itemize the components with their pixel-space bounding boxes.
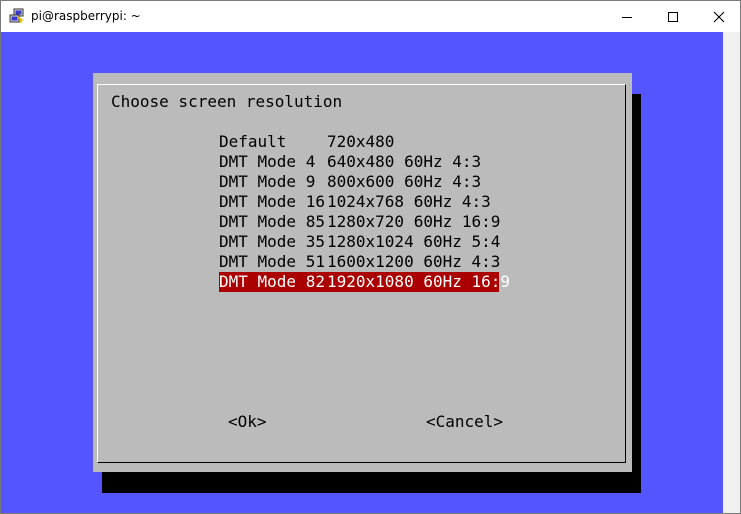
menu-item-mode: DMT Mode 16 — [219, 192, 325, 211]
maximize-button[interactable] — [650, 1, 696, 32]
maximize-icon — [667, 11, 679, 23]
terminal-window: pi@raspberrypi: ~ Choose screen resoluti… — [0, 0, 741, 514]
window-title: pi@raspberrypi: ~ — [31, 9, 141, 23]
vertical-scrollbar[interactable] — [723, 32, 740, 513]
menu-item-mode: Default — [219, 132, 287, 151]
menu-item-dmt-9[interactable]: DMT Mode 9 800x600 60Hz 4:3 — [219, 172, 499, 192]
close-button[interactable] — [696, 1, 741, 32]
minimize-button[interactable] — [604, 1, 650, 32]
menu-item-mode: DMT Mode 35 — [219, 232, 325, 251]
dialog-title: Choose screen resolution — [111, 92, 343, 111]
menu-item-mode: DMT Mode 9 — [219, 172, 316, 191]
menu-item-mode: DMT Mode 51 — [219, 252, 325, 271]
menu-item-resolution: 1920x1080 60Hz 16:9 — [327, 272, 511, 291]
menu-item-dmt-16[interactable]: DMT Mode 16 1024x768 60Hz 4:3 — [219, 192, 499, 212]
menu-item-dmt-85[interactable]: DMT Mode 85 1280x720 60Hz 16:9 — [219, 212, 501, 232]
resolution-dialog: Choose screen resolution Default 720x480… — [93, 73, 632, 472]
menu-item-dmt-4[interactable]: DMT Mode 4 640x480 60Hz 4:3 — [219, 152, 499, 172]
minimize-icon — [621, 11, 633, 23]
menu-item-mode: DMT Mode 85 — [219, 212, 325, 231]
menu-item-mode: DMT Mode 82 — [219, 272, 325, 291]
menu-item-dmt-82-selected[interactable]: DMT Mode 82 1920x1080 60Hz 16:9 — [219, 272, 510, 292]
menu-item-resolution: 720x480 — [327, 132, 395, 151]
title-bar[interactable]: pi@raspberrypi: ~ — [1, 1, 740, 32]
cancel-button[interactable]: <Cancel> — [426, 412, 503, 432]
menu-item-resolution: 1024x768 60Hz 4:3 — [327, 192, 491, 211]
ok-button[interactable]: <Ok> — [228, 412, 267, 432]
menu-item-dmt-51[interactable]: DMT Mode 51 1600x1200 60Hz 4:3 — [219, 252, 501, 272]
menu-item-dmt-35[interactable]: DMT Mode 35 1280x1024 60Hz 5:4 — [219, 232, 501, 252]
menu-item-mode: DMT Mode 4 — [219, 152, 316, 171]
resolution-menu: Default 720x480 DMT Mode 4 640x480 60Hz … — [219, 132, 510, 292]
terminal-area[interactable]: Choose screen resolution Default 720x480… — [1, 32, 740, 513]
menu-item-default[interactable]: Default 720x480 — [219, 132, 499, 152]
putty-icon[interactable] — [9, 8, 25, 24]
menu-item-resolution: 1280x720 60Hz 16:9 — [327, 212, 501, 231]
close-icon — [713, 11, 725, 23]
menu-item-resolution: 1600x1200 60Hz 4:3 — [327, 252, 501, 271]
menu-item-resolution: 800x600 60Hz 4:3 — [327, 172, 482, 191]
menu-item-resolution: 1280x1024 60Hz 5:4 — [327, 232, 501, 251]
menu-item-resolution: 640x480 60Hz 4:3 — [327, 152, 482, 171]
